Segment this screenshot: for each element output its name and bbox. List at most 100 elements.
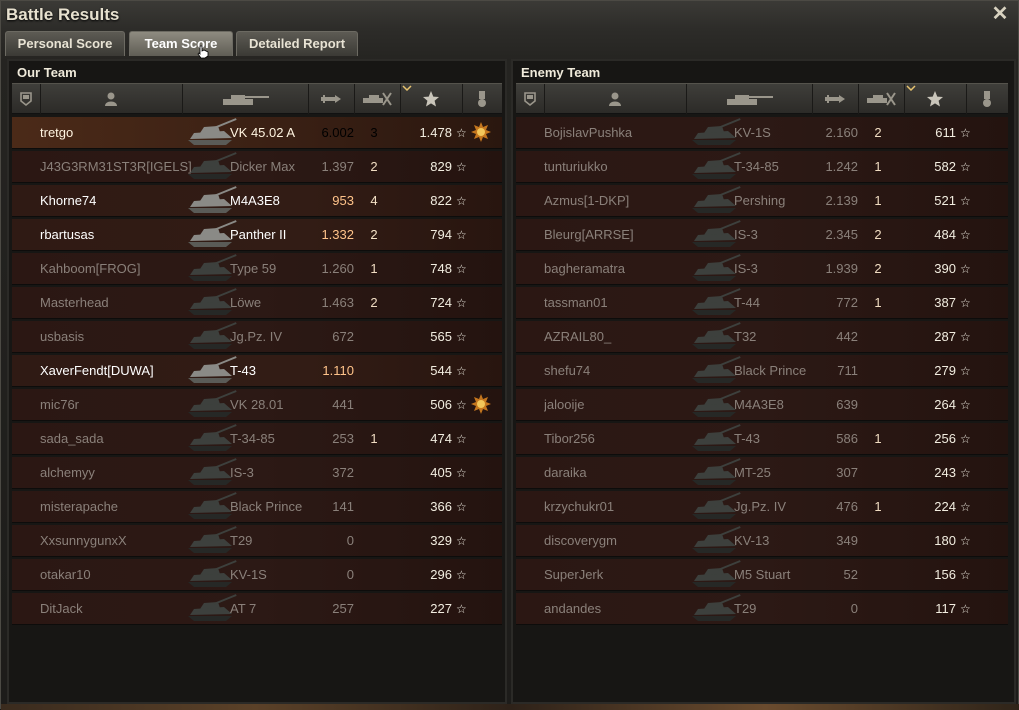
tab-personal-score[interactable]: Personal Score [5,31,125,56]
player-row[interactable]: tretgo VK 45.02 A 6.002 3 1.478 ☆ [12,117,502,149]
player-row[interactable]: jalooije M4A3E8 639 264 ☆ [516,389,1008,421]
player-column-header[interactable] [544,84,687,114]
vehicle-name: M4A3E8 [734,397,784,412]
squad-column-header[interactable] [516,84,545,114]
player-row[interactable]: DitJack AT 7 257 227 ☆ [12,593,502,625]
player-row[interactable]: Khorne74 M4A3E8 953 4 822 ☆ [12,185,502,217]
kills-value [366,457,382,488]
tab-team-score[interactable]: Team Score [129,31,233,56]
close-icon[interactable]: ✕ [992,3,1009,25]
player-row[interactable]: AZRAIL80_ T32 442 287 ☆ [516,321,1008,353]
kills-column-header[interactable] [354,84,401,114]
player-row[interactable]: tassman01 T-44 772 1 387 ☆ [516,287,1008,319]
tab-detailed-report[interactable]: Detailed Report [236,31,358,56]
experience-star-icon: ☆ [960,194,971,208]
medal-icon[interactable] [470,393,492,415]
experience-value: 822 [430,193,452,208]
experience-value: 1.478 [419,125,452,140]
experience-value: 117 [935,601,956,616]
vehicle-name: VK 45.02 A [230,125,296,140]
player-row[interactable]: J43G3RM31ST3R[IGELS] Dicker Max 1.397 2 829 ☆ [12,151,502,183]
experience-star-icon: ☆ [456,296,467,310]
kills-value [366,321,382,352]
damage-value: 141 [332,499,354,514]
damage-value: 476 [836,499,858,514]
experience-star-icon: ☆ [456,568,467,582]
player-row[interactable]: usbasis Jg.Pz. IV 672 565 ☆ [12,321,502,353]
player-row[interactable]: XxsunnygunxX T29 0 329 ☆ [12,525,502,557]
player-row[interactable]: discoverygm KV-13 349 180 ☆ [516,525,1008,557]
player-row[interactable]: andandes T29 0 117 ☆ [516,593,1008,625]
experience-star-icon: ☆ [456,262,467,276]
vehicle-name: T29 [734,601,757,616]
player-row[interactable]: Tibor256 T-43 586 1 256 ☆ [516,423,1008,455]
experience-value: 264 [934,397,956,412]
experience-value: 390 [934,261,956,276]
kills-value [870,457,886,488]
player-row[interactable]: Bleurg[ARRSE] IS-3 2.345 2 484 ☆ [516,219,1008,251]
player-row[interactable]: daraika MT-25 307 243 ☆ [516,457,1008,489]
kills-value: 2 [370,227,378,242]
vehicle-column-header[interactable] [686,84,813,114]
medal-column-header[interactable] [966,84,1008,114]
squad-column-header[interactable] [12,84,41,114]
background-strip [1,704,1019,710]
medal-icon[interactable] [470,121,492,143]
vehicle-name: Panther II [230,227,287,242]
player-row[interactable]: misterapache Black Prince 141 366 ☆ [12,491,502,523]
vehicle-name: T32 [734,329,757,344]
kills-value [366,559,382,590]
experience-star-icon: ☆ [456,500,467,514]
player-icon [105,92,117,106]
experience-star-icon: ☆ [960,160,971,174]
damage-value: 0 [346,533,354,548]
vehicle-name: M4A3E8 [230,193,280,208]
vehicle-column-header[interactable] [182,84,309,114]
experience-value: 224 [934,499,956,514]
player-row[interactable]: alchemyy IS-3 372 405 ☆ [12,457,502,489]
experience-column-header[interactable] [904,84,967,114]
damage-value: 772 [836,295,858,310]
damage-value: 2.345 [825,227,858,242]
player-row[interactable]: otakar10 KV-1S 0 296 ☆ [12,559,502,591]
player-row[interactable]: SuperJerk M5 Stuart 52 156 ☆ [516,559,1008,591]
experience-star-icon: ☆ [960,364,971,378]
player-row[interactable]: rbartusas Panther II 1.332 2 794 ☆ [12,219,502,251]
damage-icon [825,95,845,103]
experience-value: 243 [934,465,956,480]
vehicle-name: Jg.Pz. IV [734,499,787,514]
player-row[interactable]: XaverFendt[DUWA] T-43 1.110 544 ☆ [12,355,502,387]
kills-value: 2 [874,125,882,140]
damage-column-header[interactable] [308,84,355,114]
experience-star-icon: ☆ [456,466,467,480]
player-row[interactable]: mic76r VK 28.01 441 506 ☆ [12,389,502,421]
player-row[interactable]: Masterhead Löwe 1.463 2 724 ☆ [12,287,502,319]
close-button[interactable]: ✕ [990,3,1010,25]
player-row[interactable]: Azmus[1-DKP] Pershing 2.139 1 521 ☆ [516,185,1008,217]
player-icon [609,92,621,106]
experience-star-icon: ☆ [960,568,971,582]
kills-value: 1 [874,431,882,446]
player-column-header[interactable] [40,84,183,114]
experience-value: 329 [430,533,452,548]
kills-value [366,491,382,522]
experience-value: 724 [430,295,452,310]
kills-icon [363,92,392,106]
player-row[interactable]: bagheramatra IS-3 1.939 2 390 ☆ [516,253,1008,285]
player-row[interactable]: sada_sada T-34-85 253 1 474 ☆ [12,423,502,455]
medal-column-header[interactable] [462,84,502,114]
experience-column-header[interactable] [400,84,463,114]
player-row[interactable]: shefu74 Black Prince 711 279 ☆ [516,355,1008,387]
experience-value: 506 [430,397,452,412]
player-row[interactable]: Kahboom[FROG] Type 59 1.260 1 748 ☆ [12,253,502,285]
damage-column-header[interactable] [812,84,859,114]
vehicle-name: IS-3 [230,465,254,480]
experience-value: 256 [934,431,956,446]
player-row[interactable]: krzychukr01 Jg.Pz. IV 476 1 224 ☆ [516,491,1008,523]
experience-star-icon: ☆ [960,262,971,276]
player-row[interactable]: BojislavPushka KV-1S 2.160 2 611 ☆ [516,117,1008,149]
kills-column-header[interactable] [858,84,905,114]
player-row[interactable]: tunturiukko T-34-85 1.242 1 582 ☆ [516,151,1008,183]
vehicle-name: T-44 [734,295,761,310]
damage-value: 441 [332,397,354,412]
